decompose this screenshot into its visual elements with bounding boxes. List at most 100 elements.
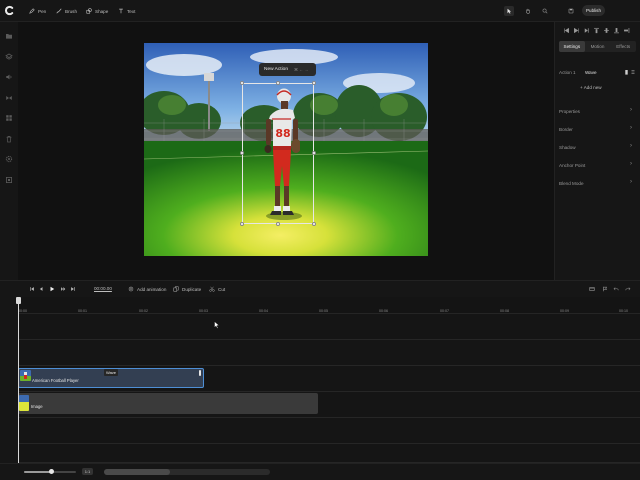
clip-player-label: American Football Player	[32, 378, 79, 383]
section-anchor-point[interactable]: Anchor Point	[559, 163, 585, 168]
action-value-select[interactable]: Wave	[585, 70, 597, 75]
timecode[interactable]: 00:00.00	[94, 286, 112, 291]
timeline-track[interactable]	[18, 418, 640, 444]
search-icon	[542, 8, 548, 14]
undo-button[interactable]	[613, 286, 619, 292]
play-button[interactable]	[49, 286, 55, 292]
pen-icon	[29, 8, 35, 14]
add-new-action-button[interactable]: + Add new	[580, 85, 602, 90]
zoom-slider-fill	[24, 471, 52, 473]
selection-box[interactable]	[242, 83, 314, 224]
align-middle-button[interactable]	[603, 27, 610, 34]
align-bottom-button[interactable]	[613, 27, 620, 34]
section-border[interactable]: Border	[559, 127, 573, 132]
clip-image[interactable]	[18, 393, 318, 414]
folder-button[interactable]	[5, 32, 13, 40]
ruler-tick: 00:02	[139, 309, 148, 313]
ruler-tick: 00:10	[619, 309, 628, 313]
resize-handle-top-right[interactable]	[312, 81, 316, 85]
trash-icon	[6, 136, 12, 143]
brush-tool-button[interactable]: Brush	[56, 6, 77, 16]
shape-tool-button[interactable]: Shape	[86, 6, 108, 16]
previous-frame-button[interactable]	[38, 286, 44, 292]
transitions-button[interactable]	[5, 94, 13, 102]
duplicate-button[interactable]: Duplicate	[173, 286, 201, 292]
audio-button[interactable]	[5, 73, 13, 81]
chevron-right-icon: ›	[630, 179, 632, 185]
resize-handle-top[interactable]	[276, 81, 280, 85]
timeline-track[interactable]	[18, 444, 640, 463]
ruler-tick: 00:03	[199, 309, 208, 313]
playhead-handle[interactable]	[16, 297, 21, 304]
zoom-slider-handle[interactable]	[48, 469, 54, 474]
tab-motion[interactable]: Motion	[585, 41, 611, 52]
horizontal-scrollbar-thumb[interactable]	[104, 469, 170, 475]
align-right-button[interactable]	[623, 27, 630, 34]
hand-tool-button[interactable]	[523, 6, 533, 16]
play-icon	[50, 286, 55, 292]
skip-start-button[interactable]	[563, 27, 570, 34]
resize-handle-right[interactable]	[312, 151, 316, 155]
resize-handle-bottom[interactable]	[276, 222, 280, 226]
redo-button[interactable]	[625, 286, 631, 292]
zoom-tool-button[interactable]	[540, 6, 550, 16]
box-icon	[5, 176, 12, 183]
action-menu-button[interactable]	[631, 69, 635, 75]
skip-end-button[interactable]	[573, 27, 580, 34]
pen-tool-button[interactable]: Pen	[29, 6, 46, 16]
chevron-right-icon	[584, 28, 589, 33]
shape-icon	[86, 8, 92, 14]
settings-button[interactable]	[5, 155, 13, 163]
next-frame-playback-button[interactable]	[60, 286, 66, 292]
timeline-ruler[interactable]	[18, 297, 640, 314]
delete-action-button[interactable]	[625, 69, 628, 75]
resize-handle-left[interactable]	[240, 151, 244, 155]
next-frame-button[interactable]	[583, 27, 590, 34]
jump-end-button[interactable]	[70, 286, 76, 292]
copy-icon	[173, 286, 179, 292]
trash-button[interactable]	[5, 135, 13, 143]
timeline-track[interactable]	[18, 314, 640, 340]
section-properties[interactable]: Properties	[559, 109, 580, 114]
track-settings-button[interactable]	[589, 286, 595, 292]
timeline-track[interactable]	[18, 340, 640, 366]
new-action-popup[interactable]: New Action ⌘ ← →	[259, 63, 316, 76]
cut-button[interactable]: Cut	[209, 286, 225, 292]
text-tool-button[interactable]: Text	[118, 6, 135, 16]
section-shadow[interactable]: Shadow	[559, 145, 576, 150]
marker-button[interactable]	[602, 286, 608, 292]
align-top-button[interactable]	[593, 27, 600, 34]
resize-handle-bottom-left[interactable]	[240, 222, 244, 226]
playhead[interactable]	[18, 297, 19, 463]
wave-action-tag[interactable]: Wave	[104, 369, 118, 376]
select-tool-button[interactable]	[504, 6, 514, 16]
new-action-label: New Action	[264, 67, 288, 72]
ruler-tick: 00:06	[379, 309, 388, 313]
action-label: Action 1	[559, 70, 576, 75]
save-icon	[568, 8, 574, 14]
save-button[interactable]	[566, 6, 576, 16]
jump-start-button[interactable]	[29, 286, 35, 292]
undo-icon	[613, 287, 619, 291]
resize-handle-bottom-right[interactable]	[312, 222, 316, 226]
layers-button[interactable]	[5, 53, 13, 61]
scissors-icon	[209, 286, 215, 292]
brush-tool-label: Brush	[65, 8, 78, 14]
publish-button[interactable]: Publish	[582, 5, 605, 16]
gear-icon	[5, 155, 13, 163]
export-button[interactable]	[5, 176, 13, 184]
add-animation-button[interactable]: Add animation	[128, 286, 166, 292]
tab-effects[interactable]: Effects	[610, 41, 636, 52]
layers-icon	[5, 53, 13, 60]
shape-tool-label: Shape	[95, 8, 109, 14]
resize-handle-top-left[interactable]	[240, 81, 244, 85]
clip-resize-handle[interactable]	[199, 370, 201, 376]
app-logo[interactable]	[4, 5, 15, 16]
section-blend-mode[interactable]: Blend Mode	[559, 181, 584, 186]
skip-end-icon	[574, 27, 579, 34]
text-icon	[119, 8, 123, 14]
tab-settings[interactable]: Settings	[559, 41, 585, 52]
step-back-icon	[39, 287, 43, 291]
templates-button[interactable]	[5, 114, 13, 122]
fit-button[interactable]: 1:1	[82, 468, 93, 475]
